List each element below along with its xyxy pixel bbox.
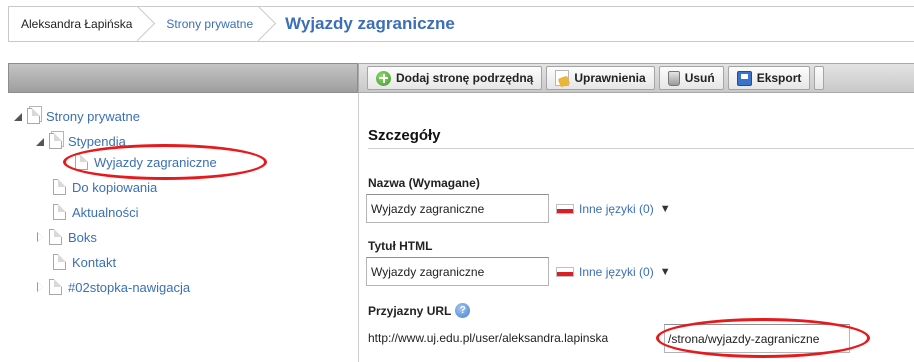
dropdown-arrow-icon: ▼ bbox=[659, 266, 671, 278]
page-title: Wyjazdy zagraniczne bbox=[285, 14, 455, 33]
breadcrumb-label: Aleksandra Łapińska bbox=[21, 17, 133, 31]
name-other-languages[interactable]: Inne języki (0) ▼ bbox=[556, 202, 671, 216]
permissions-button[interactable]: Uprawnienia bbox=[546, 66, 655, 90]
expand-icon[interactable] bbox=[36, 137, 45, 146]
tree-node-label: Stypendia bbox=[68, 133, 126, 149]
save-icon bbox=[736, 70, 752, 86]
tree-node-do-kopiowania[interactable]: Do kopiowania bbox=[53, 178, 157, 196]
tree-node-stopka[interactable]: #02stopka-nawigacja bbox=[36, 278, 190, 296]
breadcrumb-item-user[interactable]: Aleksandra Łapińska bbox=[9, 7, 154, 41]
page-icon bbox=[53, 254, 66, 270]
more-toolbar-button[interactable] bbox=[814, 66, 825, 90]
tree-node-label: #02stopka-nawigacja bbox=[68, 279, 191, 295]
collapsed-icon[interactable] bbox=[36, 281, 45, 292]
section-title: Szczegóły bbox=[368, 127, 441, 144]
help-icon[interactable]: ? bbox=[455, 303, 471, 318]
html-title-input[interactable] bbox=[366, 257, 549, 286]
polish-flag-icon bbox=[556, 267, 574, 277]
name-input[interactable] bbox=[366, 194, 549, 223]
tree-node-label: Kontakt bbox=[72, 254, 117, 270]
tree-node-label: Boks bbox=[68, 229, 97, 245]
friendly-url-label: Przyjazny URL bbox=[368, 303, 452, 318]
page-icon bbox=[49, 229, 62, 245]
other-languages-label: Inne języki (0) bbox=[579, 265, 654, 279]
delete-button[interactable]: Usuń bbox=[658, 66, 724, 90]
tree-node-wyjazdy[interactable]: Wyjazdy zagraniczne bbox=[75, 153, 217, 171]
breadcrumb-item-private-pages[interactable]: Strony prywatne bbox=[154, 7, 275, 41]
export-button[interactable]: Eksport bbox=[727, 66, 811, 90]
friendly-url-input[interactable] bbox=[664, 324, 850, 353]
page-icon bbox=[27, 108, 40, 124]
url-prefix: http://www.uj.edu.pl/user/aleksandra.lap… bbox=[368, 331, 609, 345]
tree-node-label: Aktualności bbox=[72, 204, 139, 220]
polish-flag-icon bbox=[556, 204, 574, 214]
tree-node-label: Do kopiowania bbox=[72, 179, 158, 195]
permissions-label: Uprawnienia bbox=[574, 71, 646, 85]
add-subpage-button[interactable]: Dodaj stronę podrzędną bbox=[367, 66, 543, 90]
other-languages-label: Inne języki (0) bbox=[579, 202, 654, 216]
name-label: Nazwa (Wymagane) bbox=[368, 176, 480, 190]
page-icon bbox=[49, 133, 62, 149]
page-icon bbox=[49, 279, 62, 295]
breadcrumb: Aleksandra Łapińska Strony prywatne Wyja… bbox=[8, 6, 914, 42]
tree-node-aktualnosci[interactable]: Aktualności bbox=[53, 203, 138, 221]
page-icon bbox=[75, 154, 88, 170]
collapsed-icon[interactable] bbox=[36, 231, 45, 242]
dropdown-arrow-icon: ▼ bbox=[659, 203, 671, 215]
toolbar: Dodaj stronę podrzędną Uprawnienia Usuń … bbox=[358, 63, 914, 93]
section-divider bbox=[368, 148, 914, 149]
expand-icon[interactable] bbox=[14, 112, 23, 121]
tree-node-label: Wyjazdy zagraniczne bbox=[94, 154, 217, 170]
tree-node-stypendia[interactable]: Stypendia bbox=[36, 132, 126, 150]
tree-header-bar bbox=[8, 63, 358, 93]
friendly-url-label-row: Przyjazny URL ? bbox=[368, 303, 471, 318]
page-icon bbox=[53, 204, 66, 220]
tree-node-boks[interactable]: Boks bbox=[36, 228, 97, 246]
export-label: Eksport bbox=[756, 71, 802, 85]
delete-label: Usuń bbox=[684, 71, 715, 85]
html-title-other-languages[interactable]: Inne języki (0) ▼ bbox=[556, 265, 671, 279]
page-icon bbox=[53, 179, 66, 195]
trash-icon bbox=[667, 70, 680, 86]
tree-node-private-pages[interactable]: Strony prywatne bbox=[14, 107, 140, 125]
tree-node-label: Strony prywatne bbox=[46, 108, 140, 124]
tree-node-kontakt[interactable]: Kontakt bbox=[53, 253, 116, 271]
permissions-icon bbox=[555, 70, 570, 86]
breadcrumb-label: Strony prywatne bbox=[166, 17, 254, 31]
add-icon bbox=[376, 70, 391, 86]
add-subpage-label: Dodaj stronę podrzędną bbox=[396, 71, 534, 85]
html-title-label: Tytuł HTML bbox=[368, 239, 433, 253]
pane-divider bbox=[358, 93, 359, 362]
